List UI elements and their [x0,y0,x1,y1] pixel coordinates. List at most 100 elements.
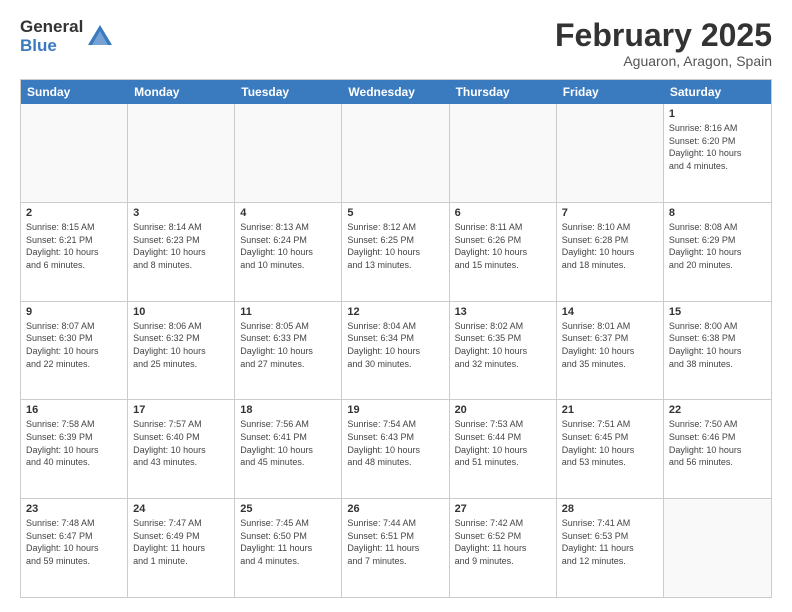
day-info: Sunrise: 7:44 AM Sunset: 6:51 PM Dayligh… [347,517,443,567]
cell-w2-d1: 10Sunrise: 8:06 AM Sunset: 6:32 PM Dayli… [128,302,235,400]
cell-w3-d2: 18 Sunrise: 7:56 AM Sunset: 6:41 PM Dayli… [235,400,342,498]
calendar-header: Sunday Monday Tuesday Wednesday Thursday… [21,80,771,104]
day-number: 18 [240,404,336,416]
day-number: 27 [455,503,551,515]
cell-w1-d4: 6 Sunrise: 8:11 AM Sunset: 6:26 PM Daylig… [450,203,557,301]
day-info: Sunrise: 8:14 AM Sunset: 6:23 PM Dayligh… [133,221,229,271]
day-number: 26 [347,503,443,515]
logo: General Blue [20,18,114,55]
day-number: 13 [455,306,551,318]
day-info: Sunrise: 7:41 AM Sunset: 6:53 PM Dayligh… [562,517,658,567]
week-row-2: 9 Sunrise: 8:07 AM Sunset: 6:30 PM Daylig… [21,302,771,401]
day-number: 19 [347,404,443,416]
day-number: 6 [455,207,551,219]
day-info: Sunrise: 7:54 AM Sunset: 6:43 PM Dayligh… [347,418,443,468]
week-row-4: 23 Sunrise: 7:48 AM Sunset: 6:47 PM Dayli… [21,499,771,597]
header-monday: Monday [128,80,235,104]
cell-w2-d5: 14 Sunrise: 8:01 AM Sunset: 6:37 PM Dayli… [557,302,664,400]
calendar-body: 1Sunrise: 8:16 AM Sunset: 6:20 PM Daylig… [21,104,771,597]
day-info: Sunrise: 7:56 AM Sunset: 6:41 PM Dayligh… [240,418,336,468]
cell-w2-d2: 11Sunrise: 8:05 AM Sunset: 6:33 PM Dayli… [235,302,342,400]
cell-w1-d3: 5 Sunrise: 8:12 AM Sunset: 6:25 PM Daylig… [342,203,449,301]
cell-w0-d5 [557,104,664,202]
logo-blue: Blue [20,37,83,56]
cell-w4-d6 [664,499,771,597]
day-number: 16 [26,404,122,416]
cell-w0-d2 [235,104,342,202]
logo-general: General [20,18,83,37]
cell-w2-d4: 13 Sunrise: 8:02 AM Sunset: 6:35 PM Dayli… [450,302,557,400]
day-number: 20 [455,404,551,416]
header: General Blue February 2025 Aguaron, Arag… [20,18,772,69]
day-info: Sunrise: 8:00 AM Sunset: 6:38 PM Dayligh… [669,320,766,370]
day-number: 21 [562,404,658,416]
cell-w4-d4: 27 Sunrise: 7:42 AM Sunset: 6:52 PM Dayli… [450,499,557,597]
header-friday: Friday [557,80,664,104]
cell-w4-d1: 24 Sunrise: 7:47 AM Sunset: 6:49 PM Dayli… [128,499,235,597]
day-number: 28 [562,503,658,515]
cell-w4-d0: 23 Sunrise: 7:48 AM Sunset: 6:47 PM Dayli… [21,499,128,597]
day-number: 2 [26,207,122,219]
day-info: Sunrise: 8:13 AM Sunset: 6:24 PM Dayligh… [240,221,336,271]
day-number: 15 [669,306,766,318]
day-info: Sunrise: 7:47 AM Sunset: 6:49 PM Dayligh… [133,517,229,567]
header-sunday: Sunday [21,80,128,104]
day-info: Sunrise: 7:45 AM Sunset: 6:50 PM Dayligh… [240,517,336,567]
header-wednesday: Wednesday [342,80,449,104]
cell-w1-d5: 7Sunrise: 8:10 AM Sunset: 6:28 PM Daylig… [557,203,664,301]
day-number: 23 [26,503,122,515]
cell-w4-d3: 26 Sunrise: 7:44 AM Sunset: 6:51 PM Dayli… [342,499,449,597]
cell-w4-d5: 28 Sunrise: 7:41 AM Sunset: 6:53 PM Dayli… [557,499,664,597]
week-row-1: 2 Sunrise: 8:15 AM Sunset: 6:21 PM Daylig… [21,203,771,302]
day-info: Sunrise: 8:08 AM Sunset: 6:29 PM Dayligh… [669,221,766,271]
page: General Blue February 2025 Aguaron, Arag… [0,0,792,612]
day-number: 12 [347,306,443,318]
day-info: Sunrise: 7:58 AM Sunset: 6:39 PM Dayligh… [26,418,122,468]
day-number: 9 [26,306,122,318]
day-number: 24 [133,503,229,515]
day-number: 5 [347,207,443,219]
day-number: 4 [240,207,336,219]
day-number: 11 [240,306,336,318]
day-info: Sunrise: 8:11 AM Sunset: 6:26 PM Dayligh… [455,221,551,271]
week-row-0: 1Sunrise: 8:16 AM Sunset: 6:20 PM Daylig… [21,104,771,203]
day-number: 1 [669,108,766,120]
day-info: Sunrise: 8:12 AM Sunset: 6:25 PM Dayligh… [347,221,443,271]
day-info: Sunrise: 8:15 AM Sunset: 6:21 PM Dayligh… [26,221,122,271]
cell-w1-d6: 8Sunrise: 8:08 AM Sunset: 6:29 PM Daylig… [664,203,771,301]
header-thursday: Thursday [450,80,557,104]
day-info: Sunrise: 7:57 AM Sunset: 6:40 PM Dayligh… [133,418,229,468]
day-info: Sunrise: 8:02 AM Sunset: 6:35 PM Dayligh… [455,320,551,370]
cell-w3-d6: 22 Sunrise: 7:50 AM Sunset: 6:46 PM Dayli… [664,400,771,498]
cell-w1-d2: 4 Sunrise: 8:13 AM Sunset: 6:24 PM Daylig… [235,203,342,301]
cell-w0-d3 [342,104,449,202]
day-number: 25 [240,503,336,515]
logo-text: General Blue [20,18,83,55]
day-info: Sunrise: 8:04 AM Sunset: 6:34 PM Dayligh… [347,320,443,370]
day-info: Sunrise: 7:53 AM Sunset: 6:44 PM Dayligh… [455,418,551,468]
calendar: Sunday Monday Tuesday Wednesday Thursday… [20,79,772,598]
day-info: Sunrise: 7:48 AM Sunset: 6:47 PM Dayligh… [26,517,122,567]
day-info: Sunrise: 8:07 AM Sunset: 6:30 PM Dayligh… [26,320,122,370]
day-number: 22 [669,404,766,416]
cell-w3-d0: 16 Sunrise: 7:58 AM Sunset: 6:39 PM Dayli… [21,400,128,498]
cell-w3-d4: 20 Sunrise: 7:53 AM Sunset: 6:44 PM Dayli… [450,400,557,498]
cell-w3-d3: 19 Sunrise: 7:54 AM Sunset: 6:43 PM Dayli… [342,400,449,498]
header-tuesday: Tuesday [235,80,342,104]
cell-w3-d5: 21 Sunrise: 7:51 AM Sunset: 6:45 PM Dayli… [557,400,664,498]
day-info: Sunrise: 7:50 AM Sunset: 6:46 PM Dayligh… [669,418,766,468]
cell-w2-d3: 12 Sunrise: 8:04 AM Sunset: 6:34 PM Dayli… [342,302,449,400]
week-row-3: 16 Sunrise: 7:58 AM Sunset: 6:39 PM Dayli… [21,400,771,499]
day-info: Sunrise: 8:06 AM Sunset: 6:32 PM Dayligh… [133,320,229,370]
day-number: 7 [562,207,658,219]
cell-w0-d4 [450,104,557,202]
day-info: Sunrise: 7:42 AM Sunset: 6:52 PM Dayligh… [455,517,551,567]
day-info: Sunrise: 8:01 AM Sunset: 6:37 PM Dayligh… [562,320,658,370]
day-info: Sunrise: 7:51 AM Sunset: 6:45 PM Dayligh… [562,418,658,468]
cell-w1-d1: 3Sunrise: 8:14 AM Sunset: 6:23 PM Daylig… [128,203,235,301]
month-year: February 2025 [555,18,772,53]
day-number: 14 [562,306,658,318]
title-block: February 2025 Aguaron, Aragon, Spain [555,18,772,69]
cell-w0-d0 [21,104,128,202]
cell-w4-d2: 25 Sunrise: 7:45 AM Sunset: 6:50 PM Dayli… [235,499,342,597]
